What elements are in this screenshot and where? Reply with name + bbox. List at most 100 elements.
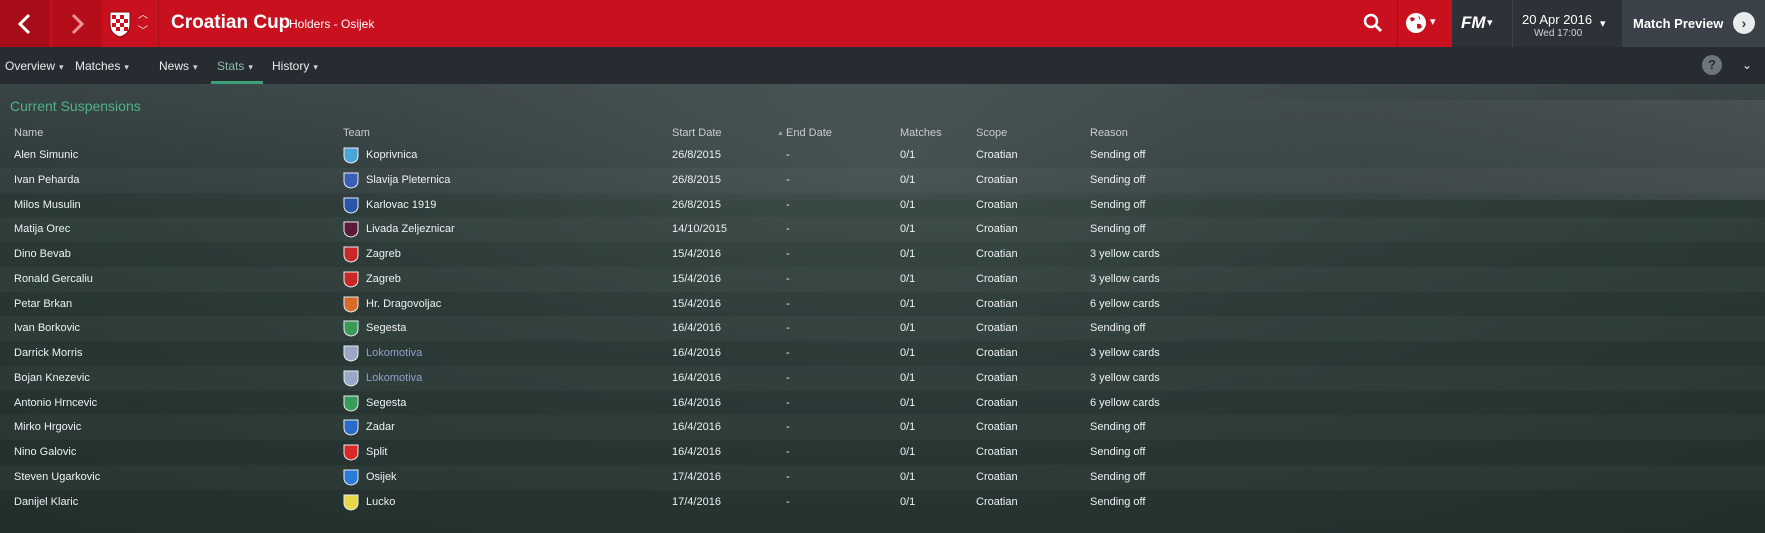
cell-scope: Croatian xyxy=(976,371,1018,384)
cell-name[interactable]: Alen Simunic xyxy=(14,149,78,161)
back-button[interactable] xyxy=(0,0,50,47)
tab-news[interactable]: News ▾ xyxy=(159,59,198,73)
table-row[interactable]: Nino Galovic Split 16/4/2016 - 0/1 Croatian Se… xyxy=(0,440,1765,465)
cell-name[interactable]: Ivan Borkovic xyxy=(14,322,80,334)
cell-team[interactable]: Hr. Dragovoljac xyxy=(366,298,441,310)
cell-reason: 6 yellow cards xyxy=(1090,297,1160,310)
cell-scope: Croatian xyxy=(976,347,1018,359)
cell-matches: 0/1 xyxy=(900,322,916,335)
cell-start-date: 17/4/2016 xyxy=(672,470,721,483)
cell-team[interactable]: Split xyxy=(366,446,387,458)
cell-matches: 0/1 xyxy=(900,223,916,236)
cell-start-date: 14/10/2015 xyxy=(672,223,728,236)
cell-team[interactable]: Zagreb xyxy=(366,248,401,260)
column-header-name[interactable]: Name xyxy=(14,127,43,139)
world-globe-icon[interactable] xyxy=(1404,11,1428,35)
tab-overview[interactable]: Overview ▾ xyxy=(5,59,64,73)
cell-end-date: - xyxy=(786,347,790,359)
chevron-down-icon: ▾ xyxy=(313,62,318,72)
table-row[interactable]: Mirko Hrgovic Zadar 16/4/2016 - 0/1 Croatian S… xyxy=(0,415,1765,440)
cell-start-date: 16/4/2016 xyxy=(672,347,721,359)
table-row[interactable]: Darrick Morris Lokomotiva 16/4/2016 - 0/1 Cro… xyxy=(0,341,1765,366)
table-row[interactable]: Alen Simunic Koprivnica 26/8/2015 - 0/1 Croat… xyxy=(0,143,1765,168)
tab-stats[interactable]: Stats ▾ xyxy=(217,59,253,73)
sort-ascending-icon: ▲ xyxy=(777,130,784,137)
continue-label[interactable]: Match Preview xyxy=(1633,16,1723,31)
cell-team[interactable]: Segesta xyxy=(366,397,406,409)
team-crest-icon xyxy=(343,395,359,412)
table-row[interactable]: Bojan Knezevic Lokomotiva 16/4/2016 - 0/1 Cro… xyxy=(0,366,1765,391)
column-header-matches[interactable]: Matches xyxy=(900,127,942,139)
cell-team[interactable]: Lucko xyxy=(366,496,395,508)
table-row[interactable]: Ronald Gercaliu Zagreb 15/4/2016 - 0/1 Croati… xyxy=(0,267,1765,292)
cell-end-date: - xyxy=(786,198,790,211)
table-row[interactable]: Dino Bevab Zagreb 15/4/2016 - 0/1 Croatian 3 y… xyxy=(0,242,1765,267)
cell-name[interactable]: Petar Brkan xyxy=(14,298,72,310)
table-row[interactable]: Ivan Peharda Slavija Pleternica 26/8/2015 -… xyxy=(0,168,1765,193)
cell-name[interactable]: Dino Bevab xyxy=(14,248,71,260)
cell-name[interactable]: Antonio Hrncevic xyxy=(14,397,97,409)
cell-name[interactable]: Ronald Gercaliu xyxy=(14,273,93,285)
cell-matches: 0/1 xyxy=(900,446,916,458)
help-icon[interactable]: ? xyxy=(1702,55,1722,75)
cell-name[interactable]: Bojan Knezevic xyxy=(14,372,90,384)
cell-name[interactable]: Matija Orec xyxy=(14,223,70,235)
cell-team[interactable]: Karlovac 1919 xyxy=(366,199,436,211)
cell-name[interactable]: Ivan Peharda xyxy=(14,174,79,186)
table-row[interactable]: Steven Ugarkovic Osijek 17/4/2016 - 0/1 Croat… xyxy=(0,465,1765,490)
cell-name[interactable]: Mirko Hrgovic xyxy=(14,421,81,433)
cell-team[interactable]: Segesta xyxy=(366,322,406,334)
chevron-down-icon[interactable]: ⌄ xyxy=(1742,58,1752,72)
chevron-down-icon: ▾ xyxy=(193,62,198,72)
cell-matches: 0/1 xyxy=(900,149,916,161)
panel-title: Current Suspensions xyxy=(10,98,141,114)
cell-team[interactable]: Lokomotiva xyxy=(366,372,422,384)
column-header-reason[interactable]: Reason xyxy=(1090,127,1128,139)
chevron-down-icon[interactable]: ▾ xyxy=(1487,16,1493,29)
table-row[interactable]: Antonio Hrncevic Segesta 16/4/2016 - 0/1 Croa… xyxy=(0,391,1765,416)
cell-matches: 0/1 xyxy=(900,347,916,359)
search-icon[interactable] xyxy=(1362,12,1384,34)
cell-matches: 0/1 xyxy=(900,198,916,211)
cell-team[interactable]: Livada Zeljeznicar xyxy=(366,223,455,235)
cell-team[interactable]: Zagreb xyxy=(366,273,401,285)
cell-team[interactable]: Slavija Pleternica xyxy=(366,174,450,186)
competition-switcher[interactable]: ︿ ﹀ xyxy=(136,10,150,38)
team-crest-icon xyxy=(343,494,359,511)
column-header-end-date[interactable]: End Date xyxy=(786,127,832,139)
table-row[interactable]: Matija Orec Livada Zeljeznicar 14/10/2015 -… xyxy=(0,217,1765,242)
cell-matches: 0/1 xyxy=(900,297,916,310)
table-row[interactable]: Danijel Klaric Lucko 17/4/2016 - 0/1 Croatian… xyxy=(0,490,1765,515)
cell-team[interactable]: Zadar xyxy=(366,421,395,433)
arrow-right-icon[interactable]: › xyxy=(1733,12,1755,34)
cell-reason: Sending off xyxy=(1090,149,1146,161)
cell-team[interactable]: Lokomotiva xyxy=(366,347,422,359)
chevron-down-icon[interactable]: ▾ xyxy=(1430,15,1436,28)
cell-team[interactable]: Koprivnica xyxy=(366,149,417,161)
cell-name[interactable]: Nino Galovic xyxy=(14,446,76,458)
table-row[interactable]: Petar Brkan Hr. Dragovoljac 15/4/2016 - 0/1 C… xyxy=(0,292,1765,317)
team-crest-icon xyxy=(343,370,359,387)
chevron-down-icon[interactable]: ▾ xyxy=(1600,17,1606,30)
tab-matches[interactable]: Matches ▾ xyxy=(75,59,129,73)
tab-history[interactable]: History ▾ xyxy=(272,59,318,73)
page-title: Croatian Cup xyxy=(171,12,291,33)
column-header-start-date[interactable]: Start Date xyxy=(672,127,722,139)
column-header-team[interactable]: Team xyxy=(343,127,370,139)
divider xyxy=(1397,0,1398,47)
cell-start-date: 16/4/2016 xyxy=(672,322,721,335)
team-crest-icon xyxy=(343,320,359,337)
column-header-scope[interactable]: Scope xyxy=(976,127,1007,139)
team-crest-icon xyxy=(343,271,359,288)
cell-name[interactable]: Steven Ugarkovic xyxy=(14,471,100,483)
cell-team[interactable]: Osijek xyxy=(366,471,397,483)
cell-name[interactable]: Milos Musulin xyxy=(14,199,81,211)
team-crest-icon xyxy=(343,221,359,238)
cell-name[interactable]: Danijel Klaric xyxy=(14,496,78,508)
table-row[interactable]: Milos Musulin Karlovac 1919 26/8/2015 - 0/1 C… xyxy=(0,193,1765,218)
forward-button[interactable] xyxy=(52,0,102,47)
cell-end-date: - xyxy=(786,421,790,434)
cell-name[interactable]: Darrick Morris xyxy=(14,347,82,359)
fm-logo[interactable]: FM xyxy=(1461,13,1486,33)
table-row[interactable]: Ivan Borkovic Segesta 16/4/2016 - 0/1 Croatia… xyxy=(0,316,1765,341)
